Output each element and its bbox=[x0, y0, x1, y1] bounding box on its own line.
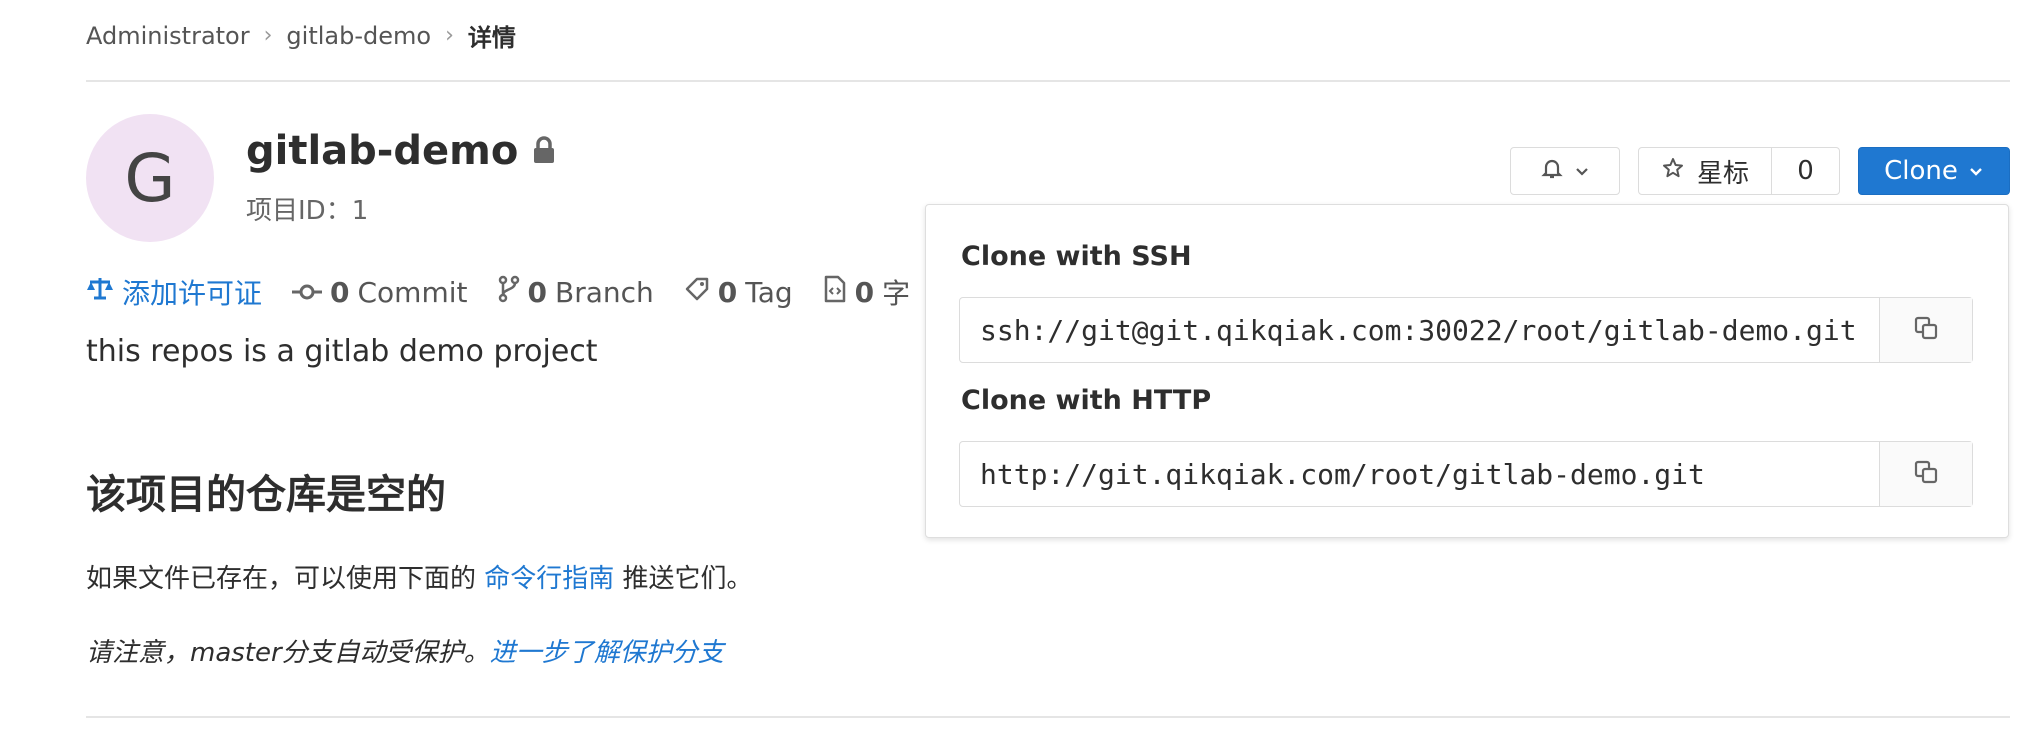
command-line-guide-link[interactable]: 命令行指南 bbox=[484, 564, 614, 594]
empty-repo-instructions: 如果文件已存在，可以使用下面的 命令行指南 推送它们。 bbox=[86, 558, 753, 595]
branch-icon bbox=[498, 275, 520, 310]
breadcrumb-item-current[interactable]: 详情 bbox=[468, 18, 516, 53]
clone-button[interactable]: Clone bbox=[1858, 147, 2010, 195]
files-label: 字 bbox=[882, 277, 911, 310]
protected-note-text: 请注意，master分支自动受保护。 bbox=[86, 638, 490, 668]
protected-branch-note: 请注意，master分支自动受保护。进一步了解保护分支 bbox=[86, 632, 724, 669]
project-avatar: G bbox=[86, 114, 214, 242]
clone-http-label: Clone with HTTP bbox=[961, 385, 1212, 416]
clone-http-url-field[interactable]: http://git.qikqiak.com/root/gitlab-demo.… bbox=[960, 442, 1879, 506]
instructions-text-post: 推送它们。 bbox=[614, 564, 753, 594]
copy-ssh-url-button[interactable] bbox=[1879, 298, 1972, 362]
instructions-text-pre: 如果文件已存在，可以使用下面的 bbox=[86, 564, 485, 594]
star-label: 星标 bbox=[1697, 158, 1750, 189]
commit-stat[interactable]: 0 Commit bbox=[292, 275, 468, 309]
notification-dropdown-button[interactable] bbox=[1510, 147, 1620, 195]
breadcrumb: Administrator › gitlab-demo › 详情 bbox=[86, 18, 516, 53]
breadcrumb-item-project[interactable]: gitlab-demo bbox=[286, 22, 431, 50]
bell-icon bbox=[1540, 156, 1564, 187]
clone-http-input-group: http://git.qikqiak.com/root/gitlab-demo.… bbox=[959, 441, 1973, 507]
copy-icon bbox=[1913, 459, 1939, 489]
chevron-down-icon bbox=[1968, 156, 1984, 186]
project-name: gitlab-demo bbox=[246, 128, 519, 174]
commit-label: Commit bbox=[357, 275, 468, 309]
copy-icon bbox=[1913, 315, 1939, 345]
tag-stat[interactable]: 0 Tag bbox=[684, 276, 793, 309]
footer-divider bbox=[86, 716, 2010, 718]
add-license-link[interactable]: 添加许可证 bbox=[86, 272, 262, 312]
clone-label: Clone bbox=[1884, 156, 1958, 186]
add-license-label: 添加许可证 bbox=[122, 277, 263, 310]
copy-http-url-button[interactable] bbox=[1879, 442, 1972, 506]
clone-dropdown: Clone with SSH ssh://git@git.qikqiak.com… bbox=[925, 204, 2009, 538]
project-stats: 添加许可证 0 Commit 0 Branch 0 Tag 0 字 bbox=[86, 272, 910, 312]
star-button-group: 星标 0 bbox=[1638, 147, 1840, 195]
clone-ssh-url-field[interactable]: ssh://git@git.qikqiak.com:30022/root/git… bbox=[960, 298, 1879, 362]
project-title: gitlab-demo bbox=[246, 128, 556, 174]
project-description: this repos is a gitlab demo project bbox=[86, 334, 598, 369]
breadcrumb-separator: › bbox=[445, 23, 454, 48]
files-stat[interactable]: 0 字 bbox=[823, 272, 911, 312]
star-count[interactable]: 0 bbox=[1772, 156, 1839, 186]
branch-stat[interactable]: 0 Branch bbox=[498, 275, 654, 310]
breadcrumb-separator: › bbox=[263, 23, 273, 48]
files-count: 0 bbox=[854, 275, 875, 309]
star-icon bbox=[1661, 156, 1685, 187]
empty-repo-heading: 该项目的仓库是空的 bbox=[86, 472, 446, 518]
tag-icon bbox=[684, 276, 710, 309]
branch-label: Branch bbox=[554, 275, 654, 309]
clone-ssh-input-group: ssh://git@git.qikqiak.com:30022/root/git… bbox=[959, 297, 1973, 363]
lock-icon bbox=[532, 128, 556, 174]
tag-count: 0 bbox=[717, 275, 738, 309]
project-id: 项目ID：1 bbox=[246, 196, 369, 226]
header-divider bbox=[86, 80, 2010, 82]
file-code-icon bbox=[823, 275, 847, 310]
branch-count: 0 bbox=[527, 275, 547, 309]
breadcrumb-item-namespace[interactable]: Administrator bbox=[86, 22, 250, 50]
scale-icon bbox=[86, 276, 114, 309]
commit-icon bbox=[292, 276, 323, 309]
chevron-down-icon bbox=[1574, 156, 1590, 186]
commit-count: 0 bbox=[330, 275, 350, 309]
tag-label: Tag bbox=[745, 275, 793, 309]
clone-ssh-label: Clone with SSH bbox=[961, 241, 1192, 272]
protected-branches-link[interactable]: 进一步了解保护分支 bbox=[490, 638, 724, 668]
star-button[interactable]: 星标 bbox=[1639, 148, 1773, 194]
